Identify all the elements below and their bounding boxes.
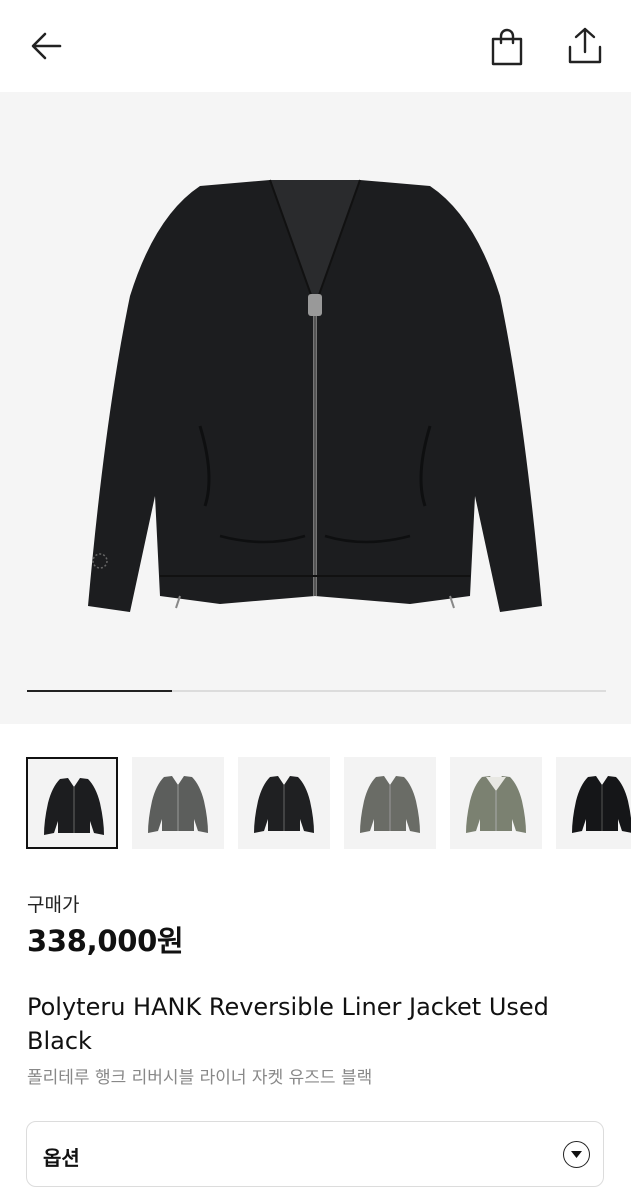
product-main-image — [88, 179, 542, 612]
shopping-bag-icon — [491, 28, 523, 66]
gallery-progress-fill — [27, 690, 172, 692]
thumbnail-image — [466, 776, 526, 833]
option-select[interactable]: 옵션 — [26, 1121, 604, 1187]
share-button[interactable] — [562, 22, 608, 70]
chevron-down-icon[interactable] — [563, 1141, 590, 1168]
chevron-down-glyph — [571, 1151, 582, 1158]
product-title: Polyteru HANK Reversible Liner Jacket Us… — [27, 993, 549, 1055]
thumbnail-image — [572, 776, 631, 833]
cart-button[interactable] — [484, 24, 530, 70]
thumbnail-image — [254, 776, 314, 833]
product-image-gallery[interactable] — [0, 92, 631, 724]
thumbnail-1[interactable] — [26, 757, 118, 849]
thumbnail-image — [44, 778, 104, 835]
back-button[interactable] — [22, 24, 70, 68]
thumbnail-3[interactable] — [238, 757, 330, 849]
share-upload-icon — [568, 27, 602, 64]
thumbnail-4[interactable] — [344, 757, 436, 849]
thumbnail-image — [148, 776, 208, 833]
thumbnail-2[interactable] — [132, 757, 224, 849]
thumbnail-strip[interactable] — [26, 757, 631, 849]
product-subtitle-korean: 폴리테루 행크 리버시블 라이너 자켓 유즈드 블랙 — [27, 1068, 373, 1088]
top-bar — [0, 0, 631, 92]
thumbnail-image — [360, 776, 420, 833]
thumbnail-5[interactable] — [450, 757, 542, 849]
thumbnail-6[interactable] — [556, 757, 631, 849]
price-value: 338,000원 — [27, 924, 184, 958]
arrow-left-icon — [31, 32, 62, 60]
gallery-progress-bar — [27, 690, 606, 692]
option-label: 옵션 — [43, 1146, 80, 1170]
price-label: 구매가 — [27, 894, 80, 916]
